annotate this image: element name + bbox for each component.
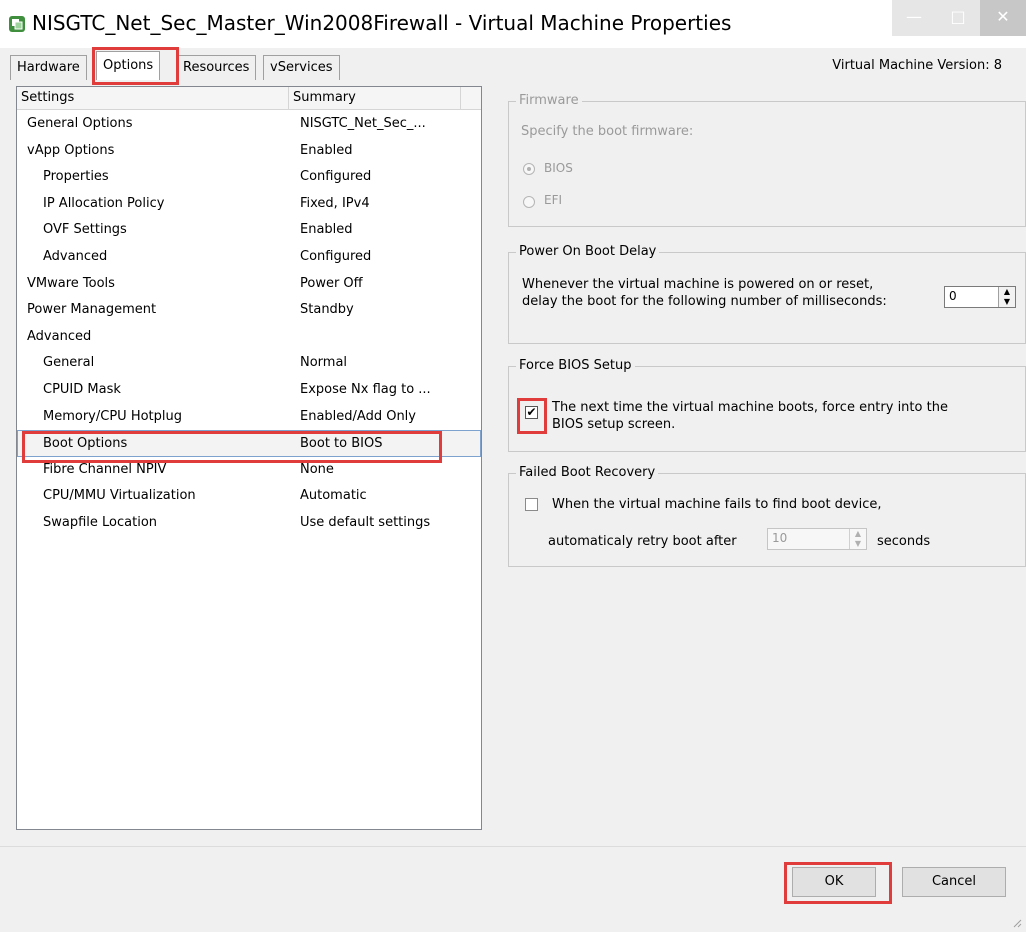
list-item[interactable]: CPUID Mask Expose Nx flag to ...: [17, 377, 481, 404]
row-summary: Normal: [300, 355, 348, 371]
row-summary: Enabled/Add Only: [300, 408, 416, 424]
row-setting: CPUID Mask: [43, 381, 121, 397]
row-setting: VMware Tools: [27, 275, 115, 291]
row-summary: Expose Nx flag to ...: [300, 381, 431, 397]
row-setting: CPU/MMU Virtualization: [43, 488, 196, 504]
row-summary: Power Off: [300, 275, 363, 291]
row-setting: Memory/CPU Hotplug: [43, 408, 182, 424]
efi-radio[interactable]: [523, 196, 535, 208]
boot-delay-text-2: delay the boot for the following number …: [522, 294, 887, 309]
retry-boot-checkbox[interactable]: [525, 498, 538, 511]
row-setting: Power Management: [27, 302, 157, 318]
row-summary: Configured: [300, 248, 372, 264]
row-setting: vApp Options: [27, 142, 115, 158]
list-item[interactable]: IP Allocation Policy Fixed, IPv4: [17, 191, 481, 218]
row-setting: Advanced: [43, 248, 108, 264]
boot-delay-value: 0: [949, 289, 957, 303]
row-summary: Enabled: [300, 142, 353, 158]
row-summary: Standby: [300, 302, 354, 318]
failed-boot-group: [508, 473, 1026, 567]
row-setting: General: [43, 355, 95, 371]
column-header-summary[interactable]: Summary: [289, 87, 461, 109]
firmware-prompt: Specify the boot firmware:: [521, 124, 694, 139]
failed-boot-text-1: When the virtual machine fails to find b…: [552, 497, 882, 512]
row-summary: Automatic: [300, 488, 367, 504]
list-item[interactable]: Advanced: [17, 324, 481, 351]
row-setting: General Options: [27, 116, 133, 131]
list-item[interactable]: General Options NISGTC_Net_Sec_...: [17, 111, 481, 138]
list-item[interactable]: Advanced Configured: [17, 244, 481, 271]
bios-label: BIOS: [544, 161, 573, 175]
list-item[interactable]: Properties Configured: [17, 164, 481, 191]
tab-hardware[interactable]: Hardware: [10, 55, 87, 80]
firmware-group: [508, 101, 1026, 227]
settings-list-header: Settings Summary: [17, 87, 481, 110]
list-item[interactable]: Memory/CPU Hotplug Enabled/Add Only: [17, 404, 481, 431]
force-bios-legend: Force BIOS Setup: [516, 358, 635, 373]
settings-rows: General Options NISGTC_Net_Sec_... vApp O…: [17, 111, 481, 537]
force-bios-text-1: The next time the virtual machine boots,…: [552, 400, 948, 415]
retry-delay-spinner[interactable]: 10 ▲ ▼: [767, 528, 867, 550]
maximize-button[interactable]: □: [936, 0, 980, 36]
row-summary: NISGTC_Net_Sec_...: [300, 116, 426, 131]
spinner-arrows[interactable]: ▲ ▼: [998, 287, 1015, 307]
force-bios-highlight: [517, 398, 547, 434]
boot-options-highlight: [22, 431, 442, 463]
window-title: NISGTC_Net_Sec_Master_Win2008Firewall - …: [32, 11, 732, 35]
list-item[interactable]: OVF Settings Enabled: [17, 217, 481, 244]
ok-button-highlight: [784, 862, 892, 904]
row-summary: Fixed, IPv4: [300, 195, 370, 211]
row-setting: Properties: [43, 169, 109, 185]
row-setting: Advanced: [27, 328, 92, 344]
column-header-settings[interactable]: Settings: [17, 87, 289, 109]
row-summary: Use default settings: [300, 514, 431, 530]
list-item[interactable]: Swapfile Location Use default settings: [17, 510, 481, 537]
spinner-arrows[interactable]: ▲ ▼: [849, 529, 866, 549]
vm-app-icon: [9, 16, 25, 32]
firmware-legend: Firmware: [516, 93, 582, 108]
close-button[interactable]: ✕: [980, 0, 1026, 36]
minimize-button[interactable]: —: [892, 0, 936, 36]
row-summary: Configured: [300, 169, 372, 185]
title-bar: NISGTC_Net_Sec_Master_Win2008Firewall - …: [0, 0, 1026, 48]
boot-delay-spinner[interactable]: 0 ▲ ▼: [944, 286, 1016, 308]
failed-boot-legend: Failed Boot Recovery: [516, 465, 659, 480]
row-setting: OVF Settings: [43, 222, 127, 238]
bios-radio[interactable]: [523, 163, 535, 175]
boot-delay-text-1: Whenever the virtual machine is powered …: [522, 277, 874, 292]
row-setting: IP Allocation Policy: [43, 195, 165, 211]
cancel-button[interactable]: Cancel: [902, 867, 1006, 897]
row-summary: Enabled: [300, 222, 353, 238]
vm-version-label: Virtual Machine Version: 8: [832, 58, 1002, 73]
list-item[interactable]: General Normal: [17, 350, 481, 377]
tab-resources[interactable]: Resources: [176, 55, 257, 80]
footer-divider: [0, 846, 1026, 847]
failed-boot-text-2: automaticaly retry boot after: [548, 534, 737, 549]
force-bios-text-2: BIOS setup screen.: [552, 417, 676, 432]
row-setting: Swapfile Location: [43, 514, 158, 530]
list-item[interactable]: Power Management Standby: [17, 297, 481, 324]
retry-delay-value: 10: [772, 531, 788, 545]
resize-grip-icon[interactable]: [1012, 918, 1022, 928]
list-item[interactable]: vApp Options Enabled: [17, 138, 481, 165]
list-item[interactable]: CPU/MMU Virtualization Automatic: [17, 483, 481, 510]
tab-options-highlight: [92, 47, 179, 85]
boot-delay-legend: Power On Boot Delay: [516, 244, 660, 259]
tab-vservices[interactable]: vServices: [263, 55, 340, 80]
list-item[interactable]: VMware Tools Power Off: [17, 271, 481, 298]
efi-label: EFI: [544, 193, 563, 207]
failed-boot-seconds: seconds: [877, 534, 931, 549]
